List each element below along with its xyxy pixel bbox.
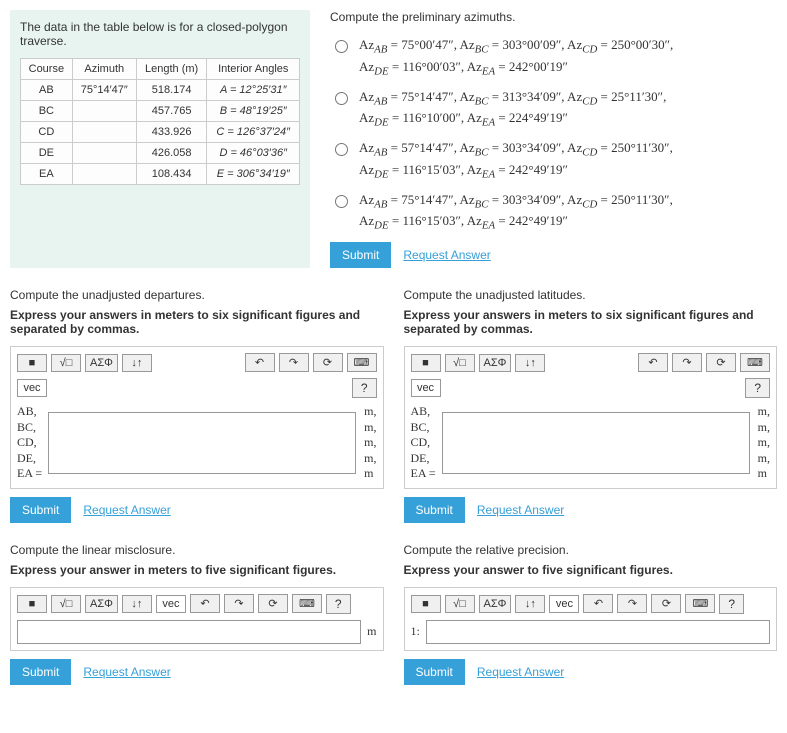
th-angles: Interior Angles [207, 59, 300, 80]
table-row: DE426.058D = 46°03′36″ [21, 143, 300, 164]
azimuth-option-3-radio[interactable] [335, 143, 348, 156]
departures-labels: AB, BC, CD, DE, EA = [17, 404, 44, 482]
traverse-table: Course Azimuth Length (m) Interior Angle… [20, 58, 300, 185]
table-row: EA108.434E = 306°34′19″ [21, 164, 300, 185]
azimuth-option-1-text: AzAB = 75°00′47″, AzBC = 303°00′09″, AzC… [359, 36, 673, 80]
reset-icon[interactable]: ⟳ [313, 353, 343, 372]
undo-icon[interactable]: ↶ [245, 353, 275, 372]
th-length: Length (m) [136, 59, 207, 80]
azimuth-request-answer-link[interactable]: Request Answer [403, 248, 490, 262]
help-button[interactable]: ? [352, 378, 377, 398]
data-panel: The data in the table below is for a clo… [10, 10, 310, 268]
greek-icon[interactable]: ΑΣΦ [479, 595, 512, 613]
azimuth-submit-button[interactable]: Submit [330, 242, 391, 268]
departures-section: Compute the unadjusted departures. Expre… [10, 288, 384, 523]
vec-button[interactable]: vec [17, 379, 47, 397]
departures-submit-button[interactable]: Submit [10, 497, 71, 523]
updown-icon[interactable]: ↓↑ [122, 595, 152, 613]
keyboard-icon[interactable]: ⌨ [292, 594, 322, 613]
sqrt-icon[interactable]: √□ [445, 354, 475, 372]
precision-prefix: 1: [411, 624, 420, 639]
azimuth-option-3-text: AzAB = 57°14′47″, AzBC = 303°34′09″, AzC… [359, 139, 673, 183]
template-icon[interactable]: ■ [411, 354, 441, 372]
latitudes-input[interactable] [442, 412, 750, 474]
misclosure-input[interactable] [17, 620, 361, 644]
sqrt-icon[interactable]: √□ [445, 595, 475, 613]
misclosure-instruct: Express your answer in meters to five si… [10, 563, 384, 577]
undo-icon[interactable]: ↶ [583, 594, 613, 613]
sqrt-icon[interactable]: √□ [51, 595, 81, 613]
misclosure-submit-button[interactable]: Submit [10, 659, 71, 685]
redo-icon[interactable]: ↷ [224, 594, 254, 613]
template-icon[interactable]: ■ [411, 595, 441, 613]
table-row: CD433.926C = 126°37′24″ [21, 122, 300, 143]
greek-icon[interactable]: ΑΣΦ [85, 595, 118, 613]
departures-title: Compute the unadjusted departures. [10, 288, 384, 302]
precision-input[interactable] [426, 620, 770, 644]
vec-button[interactable]: vec [156, 595, 186, 613]
departures-request-answer-link[interactable]: Request Answer [83, 503, 170, 517]
help-button[interactable]: ? [719, 594, 744, 614]
help-button[interactable]: ? [326, 594, 351, 614]
latitudes-labels: AB, BC, CD, DE, EA = [411, 404, 438, 482]
departures-instruct: Express your answers in meters to six si… [10, 308, 384, 336]
azimuth-option-1-radio[interactable] [335, 40, 348, 53]
greek-icon[interactable]: ΑΣΦ [479, 354, 512, 372]
data-panel-intro: The data in the table below is for a clo… [20, 20, 300, 48]
template-icon[interactable]: ■ [17, 354, 47, 372]
th-azimuth: Azimuth [72, 59, 136, 80]
reset-icon[interactable]: ⟳ [706, 353, 736, 372]
redo-icon[interactable]: ↷ [672, 353, 702, 372]
table-row: AB75°14′47″518.174A = 12°25′31″ [21, 80, 300, 101]
latitudes-section: Compute the unadjusted latitudes. Expres… [404, 288, 778, 523]
updown-icon[interactable]: ↓↑ [122, 354, 152, 372]
azimuth-option-2-radio[interactable] [335, 92, 348, 105]
azimuth-option-4-radio[interactable] [335, 195, 348, 208]
misclosure-section: Compute the linear misclosure. Express y… [10, 543, 384, 685]
azimuth-question: Compute the preliminary azimuths. AzAB =… [330, 10, 777, 268]
vec-button[interactable]: vec [549, 595, 579, 613]
undo-icon[interactable]: ↶ [638, 353, 668, 372]
template-icon[interactable]: ■ [17, 595, 47, 613]
redo-icon[interactable]: ↷ [617, 594, 647, 613]
reset-icon[interactable]: ⟳ [258, 594, 288, 613]
reset-icon[interactable]: ⟳ [651, 594, 681, 613]
keyboard-icon[interactable]: ⌨ [740, 353, 770, 372]
azimuth-prompt: Compute the preliminary azimuths. [330, 10, 777, 24]
latitudes-instruct: Express your answers in meters to six si… [404, 308, 778, 336]
departures-units: m, m, m, m, m [360, 404, 376, 482]
precision-request-answer-link[interactable]: Request Answer [477, 665, 564, 679]
th-course: Course [21, 59, 73, 80]
precision-section: Compute the relative precision. Express … [404, 543, 778, 685]
precision-submit-button[interactable]: Submit [404, 659, 465, 685]
azimuth-option-2-text: AzAB = 75°14′47″, AzBC = 313°34′09″, AzC… [359, 88, 666, 132]
undo-icon[interactable]: ↶ [190, 594, 220, 613]
updown-icon[interactable]: ↓↑ [515, 354, 545, 372]
keyboard-icon[interactable]: ⌨ [685, 594, 715, 613]
misclosure-title: Compute the linear misclosure. [10, 543, 384, 557]
misclosure-request-answer-link[interactable]: Request Answer [83, 665, 170, 679]
precision-title: Compute the relative precision. [404, 543, 778, 557]
greek-icon[interactable]: ΑΣΦ [85, 354, 118, 372]
redo-icon[interactable]: ↷ [279, 353, 309, 372]
keyboard-icon[interactable]: ⌨ [347, 353, 377, 372]
latitudes-title: Compute the unadjusted latitudes. [404, 288, 778, 302]
help-button[interactable]: ? [745, 378, 770, 398]
latitudes-units: m, m, m, m, m [754, 404, 770, 482]
sqrt-icon[interactable]: √□ [51, 354, 81, 372]
misclosure-unit: m [367, 624, 376, 639]
azimuth-option-4-text: AzAB = 75°14′47″, AzBC = 303°34′09″, AzC… [359, 191, 673, 235]
latitudes-request-answer-link[interactable]: Request Answer [477, 503, 564, 517]
latitudes-submit-button[interactable]: Submit [404, 497, 465, 523]
vec-button[interactable]: vec [411, 379, 441, 397]
updown-icon[interactable]: ↓↑ [515, 595, 545, 613]
table-row: BC457.765B = 48°19′25″ [21, 101, 300, 122]
precision-instruct: Express your answer to five significant … [404, 563, 778, 577]
departures-input[interactable] [48, 412, 356, 474]
